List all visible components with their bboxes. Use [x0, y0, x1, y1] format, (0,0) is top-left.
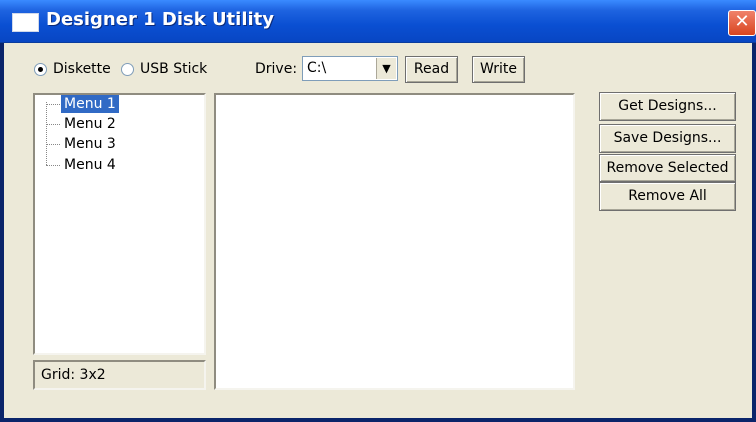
grid-status: Grid: 3x2	[33, 360, 206, 390]
remove-selected-button[interactable]: Remove Selected	[599, 154, 736, 182]
tree-item-menu-3[interactable]: Menu 3	[61, 135, 119, 153]
tree-item-menu-2[interactable]: Menu 2	[61, 115, 119, 133]
remove-all-button[interactable]: Remove All	[599, 182, 736, 211]
title-bar[interactable]: Designer 1 Disk Utility ✕	[0, 0, 756, 43]
menu-tree[interactable]: Menu 1 Menu 2 Menu 3 Menu 4	[33, 93, 206, 355]
tree-item-menu-4[interactable]: Menu 4	[61, 156, 119, 174]
tree-branch	[46, 165, 60, 166]
tree-branch	[46, 124, 60, 125]
tree-branch	[46, 104, 60, 105]
radio-diskette[interactable]: Diskette	[34, 61, 111, 77]
window-icon	[12, 13, 39, 32]
radio-label-usb-stick: USB Stick	[140, 61, 208, 77]
close-button[interactable]: ✕	[728, 10, 756, 36]
design-preview[interactable]	[214, 93, 575, 390]
drive-value: C:\	[307, 60, 327, 76]
drive-label: Drive:	[255, 61, 298, 77]
radio-label-diskette: Diskette	[53, 61, 111, 77]
chevron-down-icon[interactable]: ▼	[376, 58, 396, 79]
tree-branch	[46, 144, 60, 145]
tree-line	[46, 102, 47, 165]
tree-item-menu-1[interactable]: Menu 1	[61, 95, 119, 113]
radio-dot[interactable]	[121, 62, 134, 76]
close-icon: ✕	[734, 11, 750, 32]
get-designs-button[interactable]: Get Designs...	[599, 92, 736, 121]
drive-select[interactable]: C:\ ▼	[302, 56, 398, 81]
save-designs-button[interactable]: Save Designs...	[599, 124, 736, 153]
grid-status-text: Grid: 3x2	[41, 367, 106, 383]
write-button[interactable]: Write	[472, 56, 525, 83]
radio-usb-stick[interactable]: USB Stick	[121, 61, 207, 77]
radio-dot-selected[interactable]	[34, 62, 47, 76]
read-button[interactable]: Read	[405, 56, 458, 83]
window-title: Designer 1 Disk Utility	[46, 9, 275, 30]
